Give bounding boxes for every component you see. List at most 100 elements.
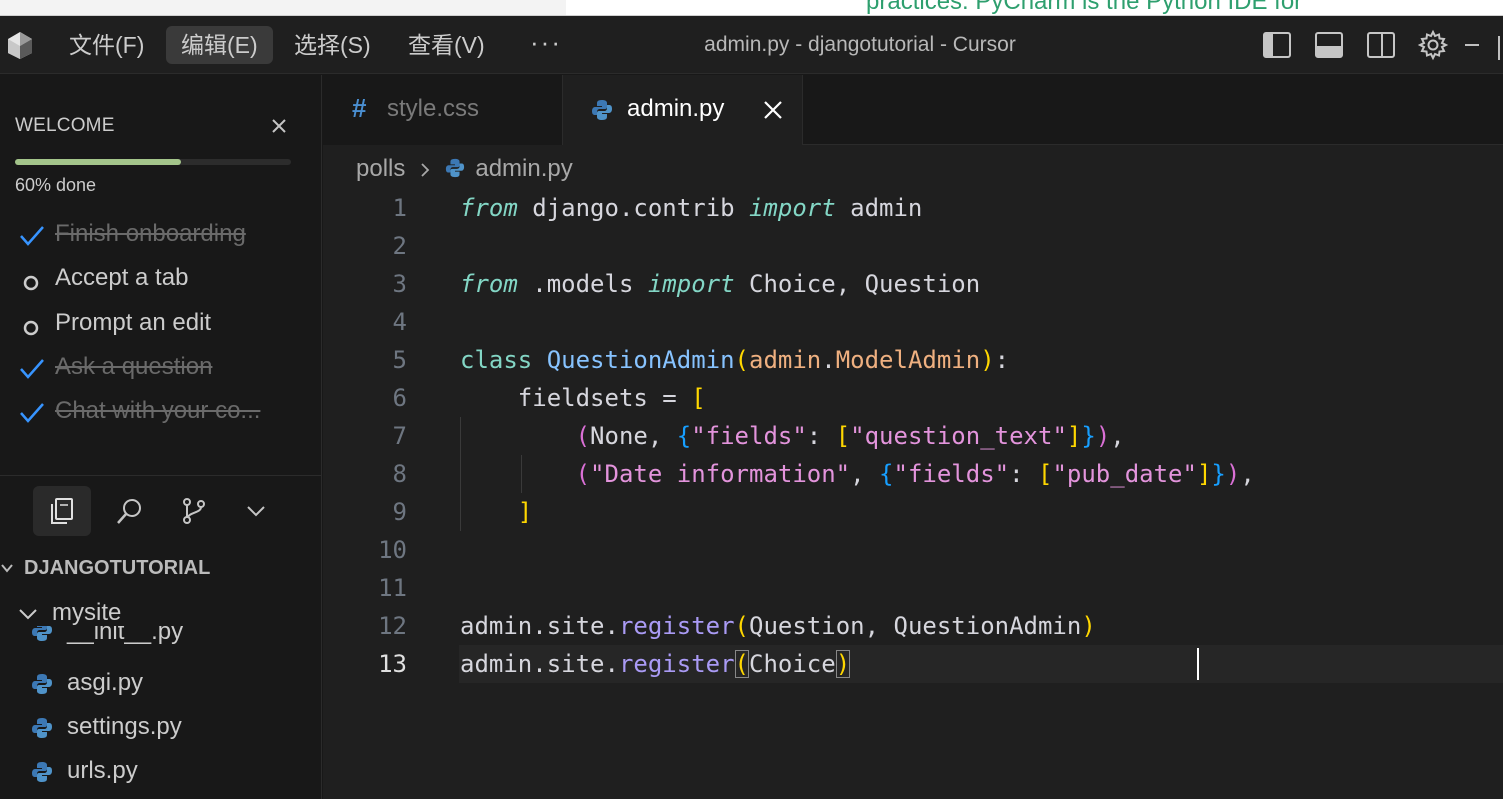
task-label: Ask a question bbox=[55, 353, 213, 380]
background-window-text: practices. PyCharm is the Python IDE for bbox=[866, 0, 1303, 15]
breadcrumb: polls admin.py bbox=[356, 155, 573, 185]
task-label: Finish onboarding bbox=[55, 220, 246, 247]
code-editor[interactable]: polls admin.py 1 from django.contrib imp… bbox=[323, 145, 1503, 799]
breadcrumb-file[interactable]: admin.py bbox=[475, 155, 572, 182]
folder-label: mysite bbox=[52, 599, 122, 626]
minimize-icon[interactable] bbox=[1465, 44, 1479, 46]
window-title: admin.py - djangotutorial - Cursor bbox=[704, 33, 1016, 56]
code-text: admin.site.register(Choice) bbox=[460, 650, 851, 678]
tab-style-css[interactable]: # style.css bbox=[323, 75, 563, 145]
code-line-8: 8 ("Date information", {"fields": ["pub_… bbox=[323, 455, 1503, 493]
code-line-3: 3 from .models import Choice, Question bbox=[323, 265, 1503, 303]
file-label: urls.py bbox=[67, 757, 138, 784]
progress-text: 60% done bbox=[15, 175, 97, 195]
chevron-down-icon bbox=[19, 609, 37, 620]
onboarding-progress-fill bbox=[15, 159, 181, 165]
task-ask-a-question[interactable]: Ask a question bbox=[18, 351, 308, 385]
explorer-project-name: DJANGOTUTORIAL bbox=[24, 557, 211, 579]
python-icon bbox=[446, 158, 465, 177]
code-text: (None, {"fields": ["question_text"]}), bbox=[575, 422, 1125, 450]
explorer-tab[interactable] bbox=[33, 486, 91, 536]
line-number: 5 bbox=[392, 346, 407, 374]
folder-mysite[interactable]: mysite bbox=[0, 599, 320, 629]
python-icon bbox=[592, 100, 612, 120]
line-number: 2 bbox=[392, 232, 407, 260]
toggle-primary-sidebar-icon[interactable] bbox=[1261, 29, 1293, 61]
menu-edit[interactable]: 编辑(E) bbox=[166, 26, 273, 64]
task-label: Accept a tab bbox=[55, 264, 189, 291]
line-number: 9 bbox=[392, 498, 407, 526]
file-asgi-py[interactable]: asgi.py bbox=[0, 668, 320, 700]
title-bar: 文件(F) 编辑(E) 选择(S) 查看(V) ··· admin.py - d… bbox=[0, 16, 1503, 74]
css-hash-icon: # bbox=[352, 93, 367, 123]
circle-icon bbox=[23, 320, 39, 336]
line-number: 7 bbox=[392, 422, 407, 450]
file-label: __init__.py bbox=[67, 626, 184, 645]
code-line-1: 1 from django.contrib import admin bbox=[323, 189, 1503, 227]
toggle-panel-icon[interactable] bbox=[1313, 29, 1345, 61]
more-menu-button[interactable]: ··· bbox=[530, 26, 562, 64]
menu-selection[interactable]: 选择(S) bbox=[279, 26, 386, 64]
task-label: Chat with your co... bbox=[55, 397, 261, 424]
code-line-5: 5 class QuestionAdmin(admin.ModelAdmin): bbox=[323, 341, 1503, 379]
code-text: class QuestionAdmin(admin.ModelAdmin): bbox=[460, 346, 1010, 374]
welcome-title: WELCOME bbox=[15, 115, 115, 136]
line-number: 1 bbox=[392, 194, 407, 222]
chevron-down-icon bbox=[1, 564, 13, 573]
editor-tab-bar: # style.css admin.py bbox=[323, 75, 1503, 145]
python-icon bbox=[32, 762, 52, 782]
line-number: 11 bbox=[378, 574, 407, 602]
file-settings-py[interactable]: settings.py bbox=[0, 712, 320, 744]
python-icon bbox=[32, 674, 52, 694]
source-control-tab[interactable] bbox=[165, 486, 223, 536]
code-line-2: 2 bbox=[323, 227, 1503, 265]
tab-label: style.css bbox=[387, 95, 480, 122]
check-icon bbox=[20, 403, 44, 423]
close-tab-icon[interactable] bbox=[762, 99, 784, 121]
task-finish-onboarding[interactable]: Finish onboarding bbox=[18, 218, 308, 252]
close-icon[interactable] bbox=[268, 115, 290, 137]
code-text: from django.contrib import admin bbox=[460, 194, 923, 222]
search-tab[interactable] bbox=[101, 486, 159, 536]
explorer-section-header[interactable]: DJANGOTUTORIAL bbox=[0, 557, 320, 583]
code-text: admin.site.register(Question, QuestionAd… bbox=[460, 612, 1096, 640]
code-line-13: 13 admin.site.register(Choice) bbox=[323, 645, 1503, 683]
line-number: 10 bbox=[378, 536, 407, 564]
cursor-logo-icon bbox=[8, 32, 32, 59]
tab-admin-py[interactable]: admin.py bbox=[563, 75, 803, 145]
toggle-secondary-sidebar-icon[interactable] bbox=[1365, 29, 1397, 61]
background-window-left bbox=[0, 0, 566, 16]
python-icon bbox=[32, 626, 52, 641]
circle-icon bbox=[23, 275, 39, 291]
sidebar-divider bbox=[0, 475, 321, 476]
breadcrumb-folder[interactable]: polls bbox=[356, 155, 405, 182]
file-urls-py[interactable]: urls.py bbox=[0, 756, 320, 788]
files-icon bbox=[51, 498, 73, 524]
menu-view[interactable]: 查看(V) bbox=[393, 26, 500, 64]
line-number: 4 bbox=[392, 308, 407, 336]
line-number: 12 bbox=[378, 612, 407, 640]
code-line-4: 4 bbox=[323, 303, 1503, 341]
menu-file[interactable]: 文件(F) bbox=[54, 26, 159, 64]
maximize-icon-edge[interactable] bbox=[1498, 36, 1500, 60]
background-window-strip: practices. PyCharm is the Python IDE for bbox=[0, 0, 1503, 16]
code-line-6: 6 fieldsets = [ bbox=[323, 379, 1503, 417]
source-control-icon bbox=[183, 498, 205, 524]
check-icon bbox=[20, 359, 44, 379]
code-text: fieldsets = [ bbox=[460, 384, 706, 412]
line-number: 8 bbox=[392, 460, 407, 488]
task-chat-with-your-codebase[interactable]: Chat with your co... bbox=[18, 395, 308, 429]
code-line-11: 11 bbox=[323, 569, 1503, 607]
task-prompt-an-edit[interactable]: Prompt an edit bbox=[18, 307, 308, 341]
settings-gear-icon[interactable] bbox=[1417, 29, 1449, 61]
search-icon bbox=[117, 499, 141, 524]
line-number: 6 bbox=[392, 384, 407, 412]
task-accept-a-tab[interactable]: Accept a tab bbox=[18, 262, 308, 296]
more-views-tab[interactable] bbox=[227, 486, 285, 536]
code-line-9: 9 ] bbox=[323, 493, 1503, 531]
code-text: ] bbox=[517, 498, 533, 526]
file-init-py[interactable]: __init__.py bbox=[0, 626, 320, 652]
task-label: Prompt an edit bbox=[55, 309, 212, 336]
file-label: settings.py bbox=[67, 713, 182, 740]
text-cursor bbox=[1197, 648, 1199, 680]
